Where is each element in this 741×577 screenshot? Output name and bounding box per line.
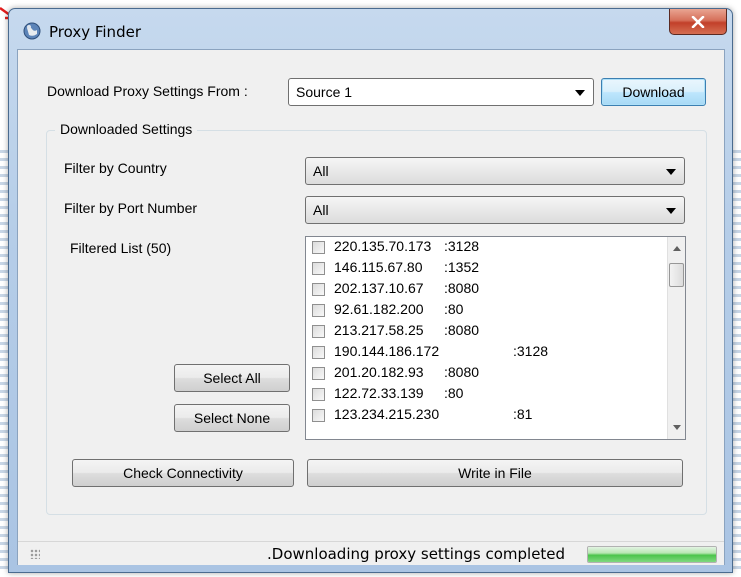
- list-item[interactable]: 201.20.182.93 :8080: [312, 363, 662, 383]
- checkbox[interactable]: [312, 304, 325, 317]
- chevron-down-icon: [575, 90, 585, 96]
- proxy-ip: 220.135.70.173: [334, 238, 432, 254]
- checkbox[interactable]: [312, 409, 325, 422]
- resize-grip-icon[interactable]: [30, 549, 40, 559]
- scroll-down-icon[interactable]: [673, 425, 681, 430]
- filter-country-value: All: [313, 163, 329, 179]
- proxy-port: :80: [444, 385, 464, 401]
- download-button[interactable]: Download: [601, 78, 706, 106]
- proxy-ip: 213.217.58.25: [334, 322, 424, 338]
- proxy-ip: 92.61.182.200: [334, 301, 424, 317]
- checkbox[interactable]: [312, 346, 325, 359]
- proxy-ip: 190.144.186.172: [334, 343, 440, 359]
- proxy-ip: 123.234.215.230: [334, 406, 440, 422]
- select-none-button[interactable]: Select None: [174, 404, 290, 432]
- proxy-port: :3128: [513, 343, 549, 359]
- proxy-ip: 122.72.33.139: [334, 385, 424, 401]
- proxy-checked-list[interactable]: 220.135.70.173 :3128 146.115.67.80 :1352…: [305, 236, 686, 440]
- scroll-thumb[interactable]: [669, 263, 684, 287]
- write-in-file-button[interactable]: Write in File: [307, 459, 683, 487]
- window-client-area: Download Proxy Settings From : Source 1 …: [17, 49, 725, 565]
- status-bar: .Downloading proxy settings completed: [18, 541, 724, 565]
- list-scrollbar[interactable]: [667, 237, 685, 439]
- proxy-ip: 146.115.67.80: [334, 259, 423, 275]
- proxy-port: :8080: [444, 364, 480, 380]
- close-button[interactable]: [669, 9, 727, 35]
- proxy-port: :80: [444, 301, 464, 317]
- filter-country-label: Filter by Country: [64, 160, 167, 176]
- list-item[interactable]: 190.144.186.172 :3128: [312, 342, 662, 362]
- checkbox[interactable]: [312, 262, 325, 275]
- chevron-down-icon: [666, 169, 676, 175]
- proxy-port: :8080: [444, 322, 480, 338]
- list-item[interactable]: 123.234.215.230 :81: [312, 405, 662, 425]
- desktop-edge-pattern: [0, 150, 8, 570]
- filter-port-combobox[interactable]: All: [305, 196, 685, 224]
- checkbox[interactable]: [312, 283, 325, 296]
- download-source-value: Source 1: [296, 84, 353, 100]
- filtered-list-label: Filtered List (50): [70, 240, 172, 256]
- filter-port-label: Filter by Port Number: [64, 200, 198, 216]
- checkbox[interactable]: [312, 325, 325, 338]
- close-icon: [691, 15, 705, 28]
- filter-country-combobox[interactable]: All: [305, 157, 685, 185]
- list-item[interactable]: 92.61.182.200 :80: [312, 300, 662, 320]
- download-source-label: Download Proxy Settings From :: [47, 83, 248, 99]
- title-bar[interactable]: Proxy Finder: [9, 9, 732, 49]
- download-source-combobox[interactable]: Source 1: [288, 78, 594, 106]
- proxy-port: :8080: [444, 280, 480, 296]
- checkbox[interactable]: [312, 367, 325, 380]
- proxy-ip: 201.20.182.93: [334, 364, 424, 380]
- check-connectivity-button[interactable]: Check Connectivity: [72, 459, 294, 487]
- list-item[interactable]: 220.135.70.173 :3128: [312, 237, 662, 257]
- proxy-port: :3128: [444, 238, 480, 254]
- download-progress-bar: [587, 546, 717, 563]
- checkbox[interactable]: [312, 241, 325, 254]
- proxy-finder-window: Proxy Finder Download Proxy Settings Fro…: [8, 8, 733, 573]
- proxy-port: :1352: [444, 259, 480, 275]
- list-item[interactable]: 146.115.67.80 :1352: [312, 258, 662, 278]
- select-all-button[interactable]: Select All: [174, 364, 290, 392]
- proxy-ip: 202.137.10.67: [334, 280, 424, 296]
- proxy-port: :81: [513, 406, 533, 422]
- list-item[interactable]: 213.217.58.25 :8080: [312, 321, 662, 341]
- desktop-edge-pattern-right: [733, 150, 741, 570]
- checkbox[interactable]: [312, 388, 325, 401]
- window-title: Proxy Finder: [49, 23, 141, 41]
- filter-port-value: All: [313, 202, 329, 218]
- scroll-up-icon[interactable]: [673, 246, 681, 251]
- downloaded-settings-title: Downloaded Settings: [55, 121, 198, 137]
- status-text: .Downloading proxy settings completed: [267, 545, 566, 563]
- progress-fill: [588, 547, 716, 562]
- list-item[interactable]: 202.137.10.67 :8080: [312, 279, 662, 299]
- chevron-down-icon: [666, 208, 676, 214]
- globe-icon: [23, 22, 41, 40]
- list-item[interactable]: 122.72.33.139 :80: [312, 384, 662, 404]
